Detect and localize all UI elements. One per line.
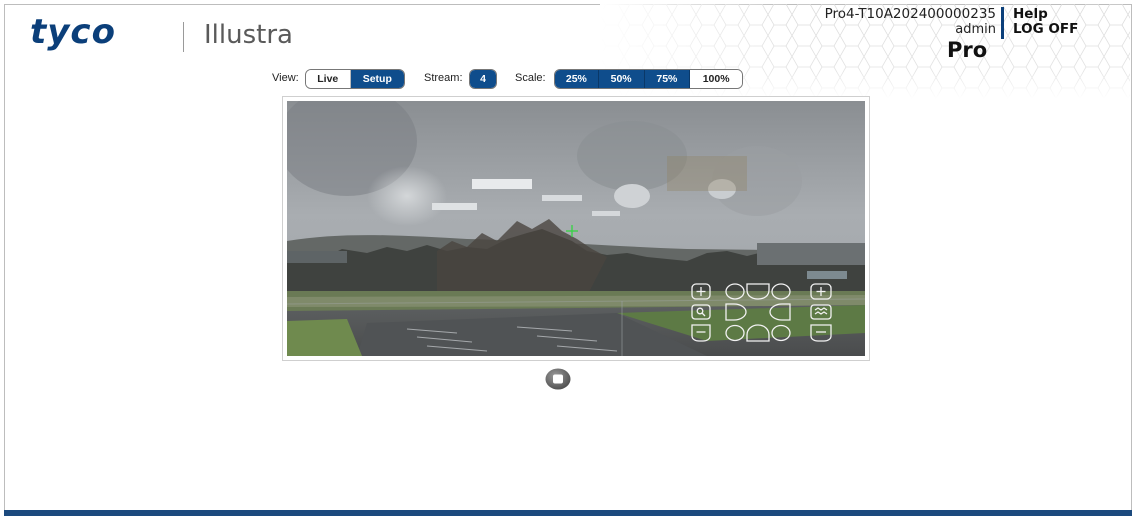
view-live-button[interactable]: Live xyxy=(306,70,351,88)
tilt-down-left-icon[interactable] xyxy=(725,324,745,342)
pan-left-icon[interactable] xyxy=(769,303,791,321)
footer-bar xyxy=(4,510,1132,516)
tyco-logo: tyco xyxy=(30,12,116,52)
magnify-icon[interactable] xyxy=(691,304,711,320)
view-segmented-control: Live Setup xyxy=(305,69,405,89)
help-link[interactable]: Help xyxy=(1013,6,1048,22)
stream-button[interactable]: 4 xyxy=(470,70,496,88)
zoom-in-icon[interactable] xyxy=(691,283,711,300)
scale-25-button[interactable]: 25% xyxy=(555,70,599,88)
focus-auto-icon[interactable] xyxy=(810,304,832,320)
stream-label: Stream: xyxy=(424,72,463,84)
zoom-out-icon[interactable] xyxy=(691,324,711,342)
logged-in-user: admin xyxy=(955,22,996,37)
logo-divider xyxy=(183,22,184,52)
focus-plus-icon[interactable] xyxy=(810,283,832,300)
logoff-link[interactable]: LOG OFF xyxy=(1013,21,1078,37)
view-label: View: xyxy=(272,72,299,84)
tilt-up-right-icon[interactable] xyxy=(771,283,791,300)
model-label: Pro xyxy=(947,38,988,62)
ptz-control-overlay xyxy=(691,283,832,342)
header-separator xyxy=(1001,7,1004,39)
scale-100-button[interactable]: 100% xyxy=(690,70,742,88)
stop-icon[interactable] xyxy=(545,368,571,390)
scale-segmented-control: 25% 50% 75% 100% xyxy=(554,69,743,89)
view-setup-button[interactable]: Setup xyxy=(350,70,404,88)
tilt-up-left-icon[interactable] xyxy=(725,283,745,300)
tilt-down-right-icon[interactable] xyxy=(771,324,791,342)
tilt-up-icon[interactable] xyxy=(746,283,770,300)
tilt-down-icon[interactable] xyxy=(746,324,770,342)
focus-minus-icon[interactable] xyxy=(810,324,832,342)
pan-right-icon[interactable] xyxy=(725,303,747,321)
scale-50-button[interactable]: 50% xyxy=(598,70,645,88)
stream-selector: 4 xyxy=(469,69,497,89)
illustra-product-name: Illustra xyxy=(204,20,293,50)
device-id: Pro4-T10A202400000235 xyxy=(824,6,996,22)
scale-75-button[interactable]: 75% xyxy=(644,70,691,88)
scale-label: Scale: xyxy=(515,72,546,84)
